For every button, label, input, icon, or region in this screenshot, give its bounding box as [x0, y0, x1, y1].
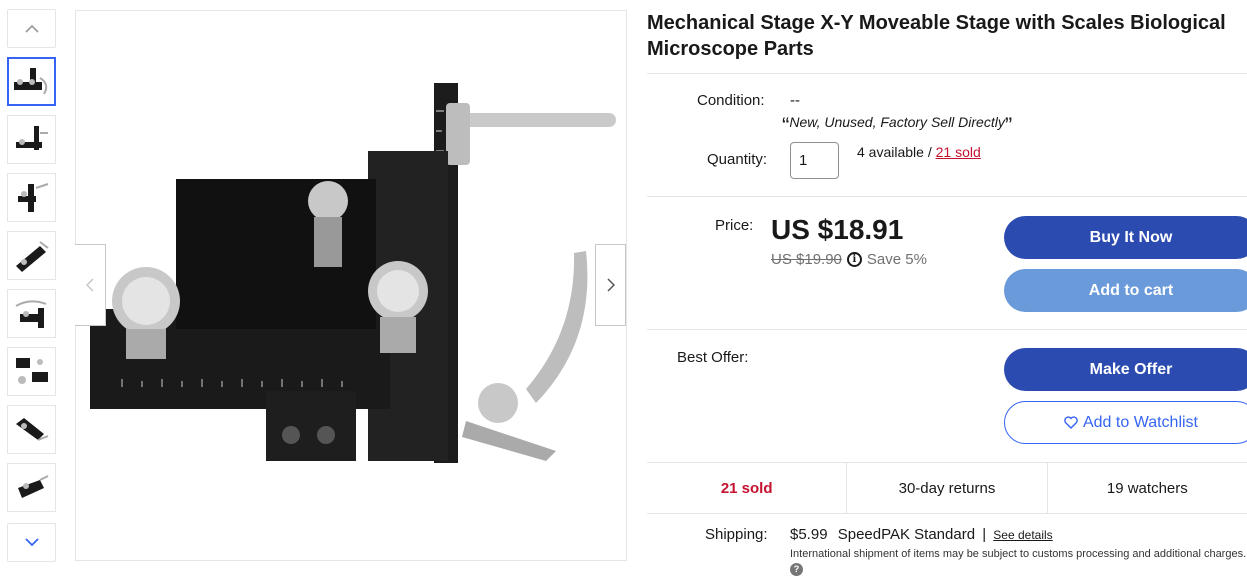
sold-count-link[interactable]: 21 sold	[936, 144, 981, 160]
add-to-watchlist-button[interactable]: Add to Watchlist	[1004, 401, 1247, 444]
chevron-up-icon	[24, 24, 39, 33]
condition-description-text: New, Unused, Factory Sell Directly	[789, 114, 1005, 130]
separator: |	[982, 526, 987, 543]
shipping-note: International shipment of items may be s…	[790, 547, 1247, 576]
thumbnail-image-icon	[17, 474, 48, 498]
quantity-label: Quantity:	[707, 151, 768, 168]
main-product-image[interactable]	[75, 10, 627, 561]
chevron-left-icon	[86, 278, 94, 292]
availability: 4 available / 21 sold	[857, 144, 981, 160]
price-label: Price:	[715, 217, 754, 234]
original-price-row: US $19.90 i Save 5%	[771, 251, 927, 268]
shipping-note-text: International shipment of items may be s…	[790, 548, 1247, 560]
shipping-price: $5.99	[790, 526, 828, 543]
quantity-input[interactable]	[790, 142, 839, 179]
microscope-stage-image	[90, 83, 616, 463]
close-quote: ”	[1004, 113, 1013, 138]
thumbnails-scroll-up-button[interactable]	[7, 9, 56, 48]
thumbnail-8[interactable]	[7, 463, 56, 512]
divider	[647, 196, 1247, 197]
divider	[647, 329, 1247, 330]
available-count: 4 available /	[857, 144, 932, 160]
discount-label: Save 5%	[866, 251, 927, 268]
make-offer-button[interactable]: Make Offer	[1004, 348, 1247, 391]
question-icon[interactable]: ?	[790, 562, 803, 576]
thumbnail-image-icon	[15, 240, 49, 272]
thumbnails-scroll-down-button[interactable]	[7, 523, 56, 562]
thumbnail-4[interactable]	[7, 231, 56, 280]
current-price: US $18.91	[771, 214, 904, 245]
stat-watchers: 19 watchers	[1106, 479, 1188, 497]
info-icon[interactable]: i	[846, 252, 862, 267]
thumbnail-1[interactable]	[7, 57, 56, 106]
add-to-cart-button[interactable]: Add to cart	[1004, 269, 1247, 312]
divider	[647, 73, 1247, 74]
thumbnail-3[interactable]	[7, 173, 56, 222]
original-price: US $19.90	[771, 251, 842, 268]
thumbnail-2[interactable]	[7, 115, 56, 164]
buy-it-now-button[interactable]: Buy It Now	[1004, 216, 1247, 259]
thumbnail-strip	[7, 9, 56, 562]
thumbnail-7[interactable]	[7, 405, 56, 454]
see-details-link[interactable]: See details	[993, 528, 1052, 542]
chevron-right-icon	[606, 278, 615, 292]
shipping-value: $5.99 SpeedPAK Standard | See details	[790, 526, 1053, 543]
previous-image-button[interactable]	[75, 244, 106, 326]
shipping-label: Shipping:	[705, 526, 768, 543]
thumbnail-image-icon	[15, 357, 48, 384]
stats-bar: 21 sold 30-day returns 19 watchers	[647, 462, 1247, 514]
watchlist-label: Add to Watchlist	[1082, 413, 1198, 431]
condition-description: “New, Unused, Factory Sell Directly”	[782, 113, 1012, 139]
next-image-button[interactable]	[595, 244, 626, 326]
thumbnail-6[interactable]	[7, 347, 56, 396]
stat-returns: 30-day returns	[847, 463, 1048, 513]
thumbnail-image-icon	[15, 299, 46, 328]
product-title: Mechanical Stage X-Y Moveable Stage with…	[647, 12, 1226, 60]
thumbnail-5[interactable]	[7, 289, 56, 338]
best-offer-label: Best Offer:	[677, 349, 749, 366]
shipping-method: SpeedPAK Standard	[837, 526, 976, 543]
chevron-down-icon	[24, 538, 39, 547]
condition-label: Condition:	[697, 92, 765, 109]
thumbnail-image-icon	[15, 125, 48, 150]
thumbnail-image-icon	[17, 182, 48, 212]
heart-icon	[1064, 416, 1078, 429]
thumbnail-image-icon	[13, 67, 47, 95]
product-info-panel: Mechanical Stage X-Y Moveable Stage with…	[647, 0, 1247, 62]
condition-value: --	[790, 92, 800, 109]
thumbnail-image-icon	[15, 417, 48, 441]
stat-sold: 21 sold	[647, 463, 848, 513]
